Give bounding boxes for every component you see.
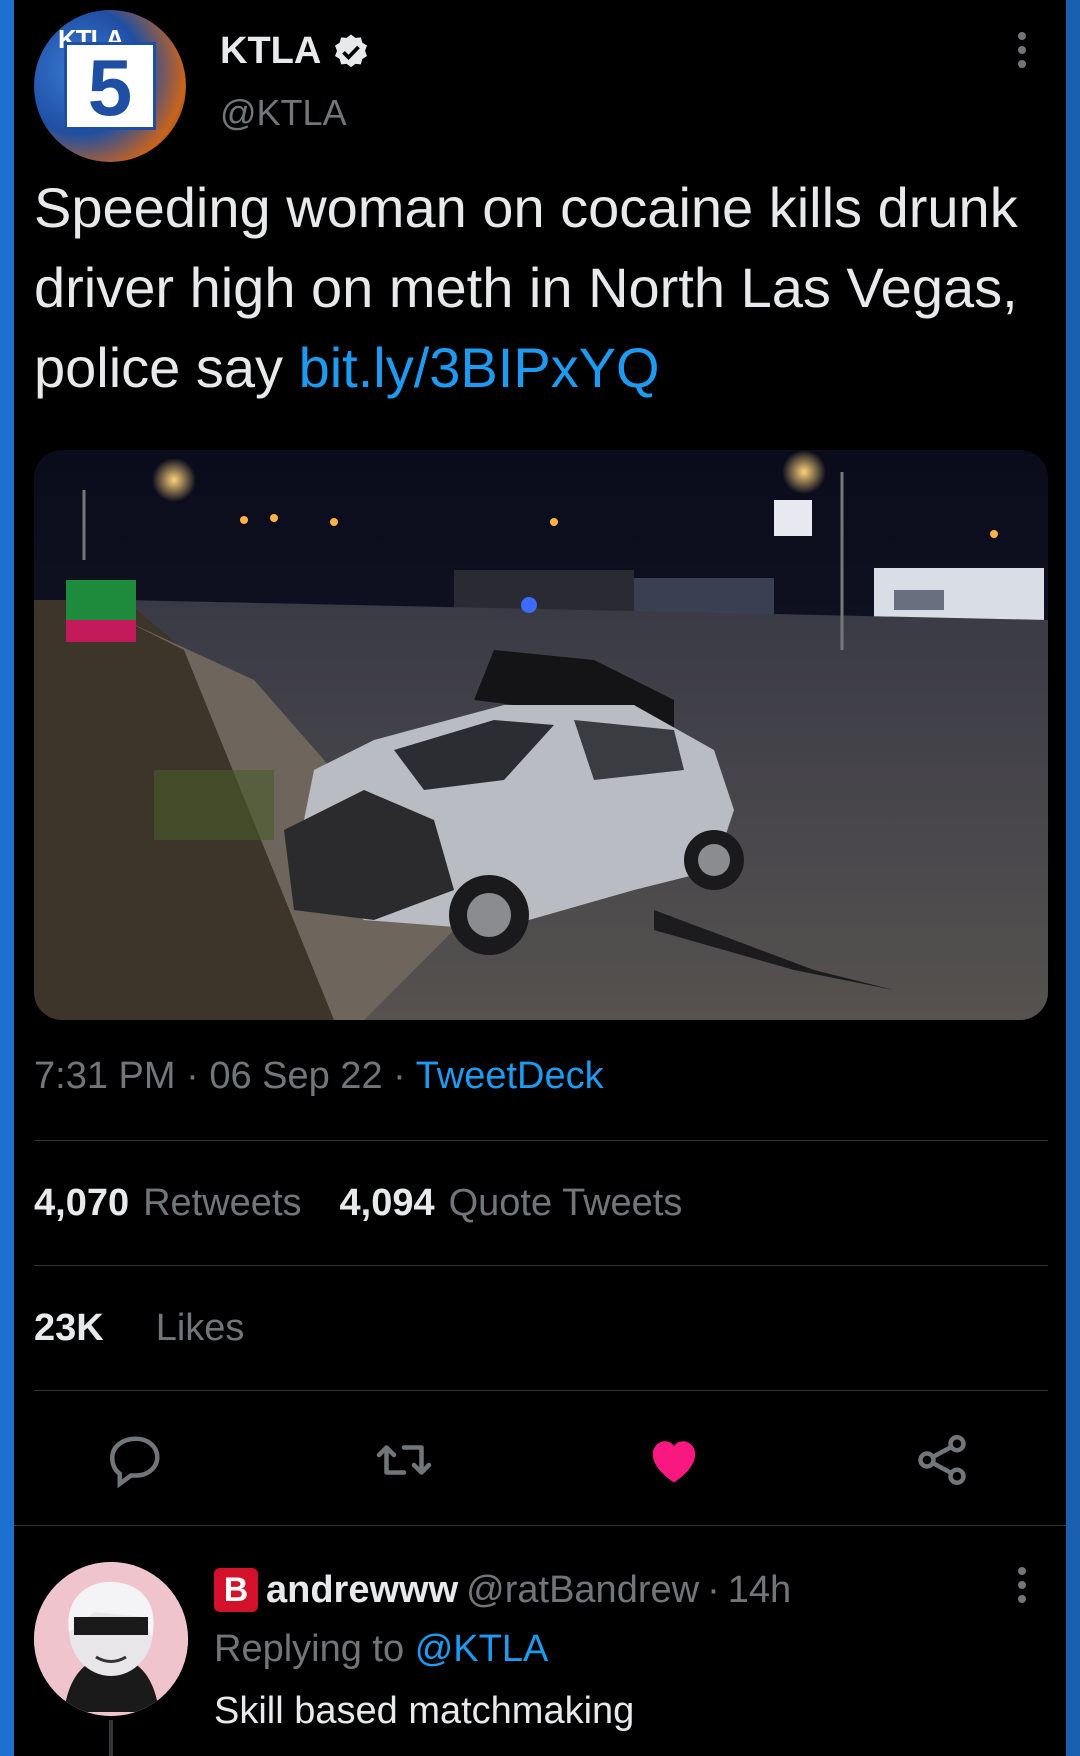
like-icon[interactable] (644, 1430, 704, 1490)
meta-separator: · (393, 1055, 406, 1097)
crash-scene-image (34, 450, 1048, 1020)
replying-mention[interactable]: @KTLA (415, 1628, 549, 1670)
tweet-time[interactable]: 7:31 PM (34, 1055, 176, 1097)
quotes-label: Quote Tweets (448, 1182, 683, 1224)
avatar-number: 5 (64, 42, 156, 131)
likes-stats-row: 23K Likes (34, 1307, 244, 1350)
reply-avatar-image (34, 1562, 188, 1716)
frame-border-left (0, 0, 14, 1756)
author-name-row[interactable]: KTLA (220, 30, 371, 73)
tweet-link[interactable]: bit.ly/3BIPxYQ (299, 336, 660, 399)
thread-line (109, 1720, 113, 1756)
reply-name-badge: B (214, 1568, 258, 1612)
quotes-count: 4,094 (339, 1182, 435, 1224)
reply-avatar[interactable] (34, 1562, 188, 1716)
likes-count: 23K (34, 1307, 104, 1349)
author-handle[interactable]: @KTLA (220, 92, 347, 134)
frame-border-right (1066, 0, 1080, 1756)
replying-to: Replying to @KTLA (214, 1628, 548, 1671)
likes-label: Likes (155, 1307, 245, 1349)
reply-header: B andrewww @ratBandrew · 14h (214, 1568, 791, 1612)
share-icon[interactable] (912, 1430, 972, 1490)
author-avatar[interactable]: KTLA 5 (34, 10, 186, 162)
retweet-icon[interactable] (374, 1430, 434, 1490)
quotes-stat[interactable]: 4,094 Quote Tweets (340, 1182, 683, 1225)
divider (34, 1140, 1048, 1141)
reply-text: Skill based matchmaking (214, 1690, 635, 1732)
reply-handle[interactable]: @ratBandrew (466, 1569, 699, 1612)
likes-stat[interactable]: 23K Likes (34, 1307, 244, 1350)
retweet-stats-row: 4,070 Retweets 4,094 Quote Tweets (34, 1182, 682, 1225)
reply-more-options-icon[interactable] (1016, 1565, 1028, 1605)
divider (14, 1525, 1066, 1526)
tweet-date[interactable]: 06 Sep 22 (209, 1055, 382, 1097)
meta-separator: · (186, 1055, 199, 1097)
tweet-detail: KTLA 5 KTLA @KTLA Speeding woman on coca… (14, 0, 1066, 1756)
divider (34, 1390, 1048, 1391)
reply-display-name[interactable]: andrewww (266, 1569, 458, 1612)
verified-icon (335, 34, 368, 67)
divider (34, 1265, 1048, 1266)
reply-icon[interactable] (106, 1430, 166, 1490)
reply-separator: · (707, 1568, 720, 1611)
tweet-meta: 7:31 PM · 06 Sep 22 · TweetDeck (34, 1055, 604, 1098)
author-display-name[interactable]: KTLA (220, 30, 321, 73)
tweet-actions (14, 1420, 1066, 1500)
tweet-photo[interactable] (34, 450, 1048, 1020)
retweets-stat[interactable]: 4,070 Retweets (34, 1182, 302, 1225)
retweets-count: 4,070 (34, 1182, 130, 1224)
tweet-source[interactable]: TweetDeck (416, 1055, 604, 1097)
retweets-label: Retweets (143, 1182, 302, 1224)
more-options-icon[interactable] (1016, 30, 1028, 70)
reply-time[interactable]: 14h (728, 1569, 791, 1612)
tweet-text: Speeding woman on cocaine kills drunk dr… (34, 168, 1054, 408)
replying-prefix: Replying to (214, 1628, 405, 1670)
